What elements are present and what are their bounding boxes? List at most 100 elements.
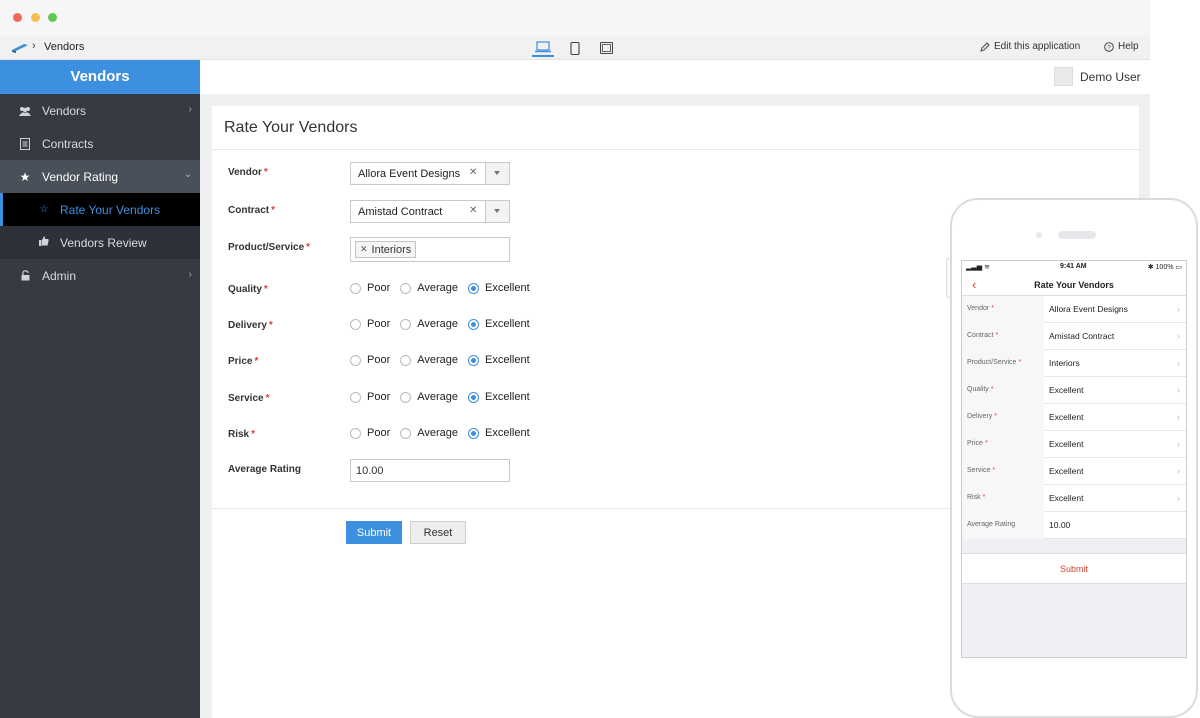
vendor-select[interactable]: Allora Event Designs ✕ — [350, 162, 510, 185]
sidebar: Vendors Vendors › Contracts ★ Vendor Rat… — [0, 60, 200, 718]
service-excellent-radio[interactable]: Excellent — [468, 391, 530, 403]
submit-button[interactable]: Submit — [346, 521, 402, 544]
sidebar-item-label: Vendors — [42, 104, 86, 118]
dropdown-arrow-icon[interactable] — [485, 201, 509, 222]
mobile-preview: ▂▃▅ ≋ 9:41 AM ✱ 100% ▭ ‹ Rate Your Vendo… — [950, 198, 1198, 718]
mobile-row-product-service[interactable]: Product/Service*Interiors› — [962, 350, 1186, 377]
contract-label: Contract* — [228, 205, 275, 216]
sidebar-item-label: Contracts — [42, 137, 93, 151]
mobile-row-vendor[interactable]: Vendor*Allora Event Designs› — [962, 296, 1186, 323]
delivery-radio-group: Poor Average Excellent — [350, 318, 540, 330]
product-service-row: Product/Service* ✕ Interiors — [228, 237, 828, 261]
user-name[interactable]: Demo User — [1080, 70, 1141, 84]
document-icon — [18, 137, 32, 151]
maximize-window-button[interactable] — [48, 13, 57, 22]
contract-select[interactable]: Amistad Contract ✕ — [350, 200, 510, 223]
chevron-right-icon: › — [189, 269, 192, 280]
clear-icon[interactable]: ✕ — [469, 167, 477, 178]
chevron-right-icon: › — [1177, 412, 1180, 422]
sidebar-item-contracts[interactable]: Contracts — [0, 127, 200, 160]
dropdown-arrow-icon[interactable] — [485, 163, 509, 184]
delivery-average-radio[interactable]: Average — [400, 318, 458, 330]
average-rating-input[interactable]: 10.00 — [350, 459, 510, 482]
quality-poor-radio[interactable]: Poor — [350, 282, 390, 294]
price-average-radio[interactable]: Average — [400, 354, 458, 366]
remove-tag-icon[interactable]: ✕ — [360, 244, 368, 255]
tablet-view-icon[interactable] — [569, 39, 581, 57]
mobile-submit-button[interactable]: Submit — [962, 553, 1186, 584]
price-poor-radio[interactable]: Poor — [350, 354, 390, 366]
sidebar-item-label: Vendors Review — [60, 236, 147, 250]
sidebar-item-vendor-rating[interactable]: ★ Vendor Rating ⌄ — [0, 160, 200, 193]
quality-radio-group: Poor Average Excellent — [350, 282, 540, 294]
clear-icon[interactable]: ✕ — [469, 205, 477, 216]
contract-row: Contract* Amistad Contract ✕ — [228, 200, 828, 224]
sidebar-item-label: Admin — [42, 269, 76, 283]
pencil-icon — [980, 42, 990, 52]
star-icon: ★ — [18, 170, 32, 184]
risk-average-radio[interactable]: Average — [400, 427, 458, 439]
mobile-row-quality[interactable]: Quality*Excellent› — [962, 377, 1186, 404]
reset-button[interactable]: Reset — [410, 521, 466, 544]
mobile-row-average-rating[interactable]: Average Rating10.00 — [962, 512, 1186, 539]
sidebar-item-rate-your-vendors[interactable]: ☆ Rate Your Vendors — [0, 193, 200, 226]
close-window-button[interactable] — [13, 13, 22, 22]
price-excellent-radio[interactable]: Excellent — [468, 354, 530, 366]
price-radio-group: Poor Average Excellent — [350, 354, 540, 366]
chevron-right-icon: › — [1177, 385, 1180, 395]
delivery-excellent-radio[interactable]: Excellent — [468, 318, 530, 330]
quality-average-radio[interactable]: Average — [400, 282, 458, 294]
minimize-window-button[interactable] — [31, 13, 40, 22]
sidebar-item-label: Rate Your Vendors — [60, 203, 160, 217]
chevron-right-icon: › — [1177, 466, 1180, 476]
contract-select-value: Amistad Contract — [358, 206, 442, 218]
risk-poor-radio[interactable]: Poor — [350, 427, 390, 439]
chevron-right-icon: › — [1177, 331, 1180, 341]
product-service-multiselect[interactable]: ✕ Interiors — [350, 237, 510, 262]
product-service-label: Product/Service* — [228, 242, 310, 253]
chevron-down-icon: ⌄ — [184, 169, 192, 180]
service-radio-group: Poor Average Excellent — [350, 391, 540, 403]
sidebar-item-label: Vendor Rating — [42, 170, 118, 184]
camera-icon — [1036, 232, 1042, 238]
mobile-row-delivery[interactable]: Delivery*Excellent› — [962, 404, 1186, 431]
sidebar-item-vendors-review[interactable]: Vendors Review — [0, 226, 200, 259]
delivery-poor-radio[interactable]: Poor — [350, 318, 390, 330]
lock-icon — [18, 269, 32, 283]
avatar[interactable] — [1054, 67, 1073, 86]
mobile-form-list: Vendor*Allora Event Designs› Contract*Am… — [962, 296, 1186, 539]
mobile-row-service[interactable]: Service*Excellent› — [962, 458, 1186, 485]
vendor-label: Vendor* — [228, 167, 268, 178]
divider — [212, 149, 1139, 150]
chevron-right-icon: › — [1177, 493, 1180, 503]
mobile-page-title: Rate Your Vendors — [962, 280, 1186, 290]
edit-application-link[interactable]: Edit this application — [980, 41, 1080, 52]
risk-excellent-radio[interactable]: Excellent — [468, 427, 530, 439]
mobile-row-risk[interactable]: Risk*Excellent› — [962, 485, 1186, 512]
service-average-radio[interactable]: Average — [400, 391, 458, 403]
status-bar: ▂▃▅ ≋ 9:41 AM ✱ 100% ▭ — [962, 261, 1186, 274]
sidebar-header: Vendors — [0, 60, 200, 94]
mobile-row-contract[interactable]: Contract*Amistad Contract› — [962, 323, 1186, 350]
quality-excellent-radio[interactable]: Excellent — [468, 282, 530, 294]
chevron-right-icon: › — [189, 104, 192, 115]
sidebar-item-vendors[interactable]: Vendors › — [0, 94, 200, 127]
product-tag-label: Interiors — [372, 244, 412, 256]
ipad-view-icon[interactable] — [599, 39, 613, 57]
sidebar-item-admin[interactable]: Admin › — [0, 259, 200, 292]
speaker-icon — [1058, 231, 1096, 239]
average-rating-row: Average Rating 10.00 — [228, 459, 828, 483]
vendor-select-value: Allora Event Designs — [358, 168, 460, 180]
service-poor-radio[interactable]: Poor — [350, 391, 390, 403]
desktop-view-icon[interactable] — [532, 39, 554, 57]
chevron-right-icon: › — [1177, 439, 1180, 449]
vendor-row: Vendor* Allora Event Designs ✕ — [228, 162, 828, 186]
chevron-right-icon: › — [1177, 358, 1180, 368]
app-logo-icon[interactable] — [12, 41, 28, 53]
help-link[interactable]: ? Help — [1104, 41, 1139, 52]
edit-application-label: Edit this application — [994, 41, 1080, 52]
mobile-row-price[interactable]: Price*Excellent› — [962, 431, 1186, 458]
breadcrumb[interactable]: Vendors — [44, 41, 84, 53]
mobile-empty-area — [962, 585, 1186, 658]
quality-row: Quality* Poor Average Excellent — [228, 279, 828, 303]
